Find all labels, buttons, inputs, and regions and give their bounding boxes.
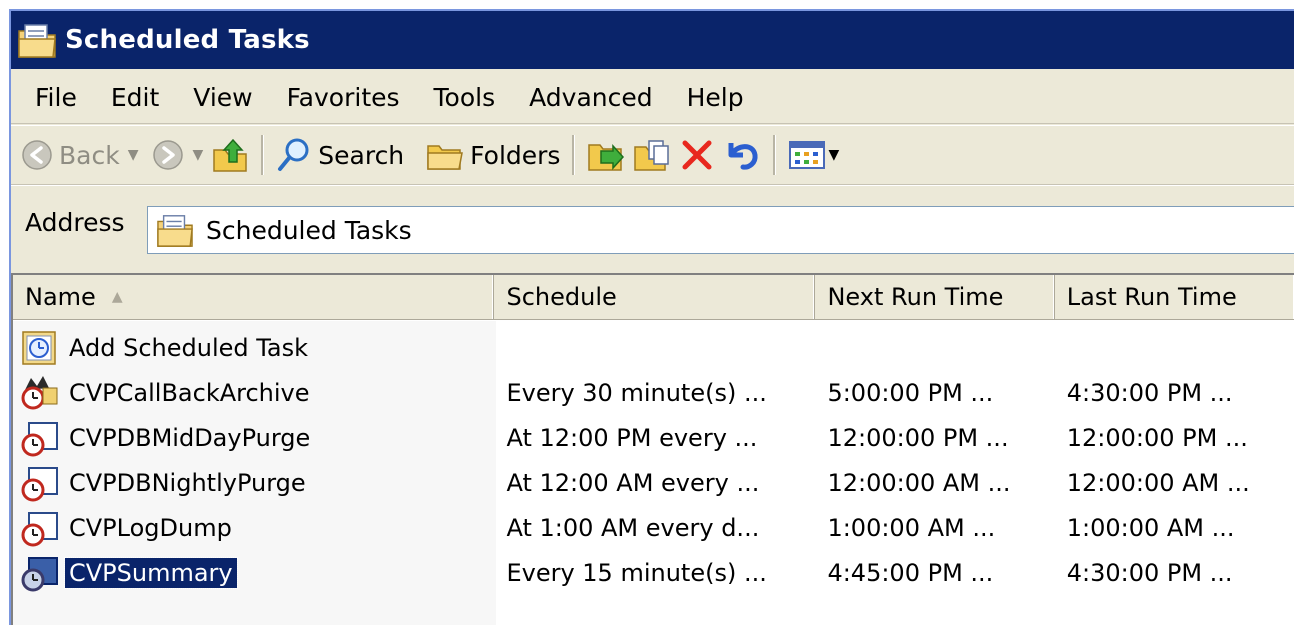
task-list-view: Name ▲ Schedule Next Run Time Last Run T… xyxy=(11,273,1294,625)
menu-tools[interactable]: Tools xyxy=(428,81,502,114)
task-name: CVPSummary xyxy=(64,556,238,589)
task-next-run-time: 4:45:00 PM ... xyxy=(827,558,994,587)
task-schedule: At 12:00 AM every ... xyxy=(506,468,760,497)
task-running-icon xyxy=(21,375,58,409)
column-header-schedule[interactable]: Schedule xyxy=(494,275,816,319)
column-header-name-label: Name xyxy=(25,283,96,311)
sort-ascending-icon: ▲ xyxy=(111,289,123,305)
undo-button[interactable] xyxy=(719,129,765,181)
column-header-last-run-time[interactable]: Last Run Time xyxy=(1055,275,1294,319)
task-clock-icon xyxy=(21,511,58,546)
folders-label: Folders xyxy=(470,140,561,170)
toolbar-separator xyxy=(773,135,777,175)
task-next-run-time: 1:00:00 AM ... xyxy=(827,513,996,542)
task-schedule: At 12:00 PM every ... xyxy=(506,423,758,452)
delete-button[interactable] xyxy=(675,129,719,181)
undo-arrow-icon xyxy=(728,143,758,170)
table-row-selected[interactable]: CVPSummary Every 15 minute(s) ... 4:45:0… xyxy=(13,550,1294,595)
menu-bar: File Edit View Favorites Tools Advanced … xyxy=(11,71,1294,124)
table-row[interactable]: CVPDBMidDayPurge At 12:00 PM every ... 1… xyxy=(13,415,1294,460)
column-header-name[interactable]: Name ▲ xyxy=(13,275,495,319)
views-grid-icon xyxy=(789,141,826,169)
move-to-folder-icon xyxy=(588,144,625,171)
table-row[interactable]: CVPDBNightlyPurge At 12:00 AM every ... … xyxy=(13,460,1294,505)
scheduled-tasks-folder-icon xyxy=(18,24,56,58)
menu-file[interactable]: File xyxy=(29,81,83,114)
table-row[interactable]: CVPLogDump At 1:00 AM every d... 1:00:00… xyxy=(13,505,1294,550)
task-clock-icon xyxy=(21,421,58,456)
up-folder-icon xyxy=(213,138,248,172)
standard-toolbar: Back ▼ ▼ Search Folders ▼ xyxy=(11,125,1294,185)
column-header-next-run-time[interactable]: Next Run Time xyxy=(815,275,1055,319)
task-clock-icon xyxy=(21,556,58,591)
task-last-run-time: 4:30:00 PM ... xyxy=(1066,558,1233,587)
task-schedule: At 1:00 AM every d... xyxy=(506,513,760,542)
back-button[interactable]: Back ▼ xyxy=(17,129,142,181)
title-bar[interactable]: Scheduled Tasks xyxy=(11,11,1294,69)
table-row[interactable]: CVPCallBackArchive Every 30 minute(s) ..… xyxy=(13,370,1294,415)
scheduled-tasks-window: Scheduled Tasks File Edit View Favorites… xyxy=(9,9,1294,625)
task-name: CVPLogDump xyxy=(69,513,232,542)
scheduled-tasks-folder-icon xyxy=(157,215,193,247)
add-scheduled-task-icon xyxy=(22,330,56,365)
task-last-run-time: 1:00:00 AM ... xyxy=(1066,513,1235,542)
search-button[interactable]: Search xyxy=(272,129,408,181)
task-schedule: Every 30 minute(s) ... xyxy=(506,378,767,407)
task-schedule: Every 15 minute(s) ... xyxy=(506,558,767,587)
address-bar: Address Scheduled Tasks xyxy=(11,185,1294,272)
column-header-last-run-label: Last Run Time xyxy=(1066,283,1237,311)
address-input[interactable]: Scheduled Tasks xyxy=(147,206,1294,254)
copy-to-button[interactable] xyxy=(629,129,675,181)
delete-x-icon xyxy=(682,140,712,170)
address-value: Scheduled Tasks xyxy=(206,215,412,245)
forward-dropdown-arrow-icon[interactable]: ▼ xyxy=(192,147,203,163)
move-to-button[interactable] xyxy=(583,129,629,181)
copy-to-folder-icon xyxy=(634,140,670,171)
toolbar-separator xyxy=(261,135,265,175)
task-last-run-time: 12:00:00 AM ... xyxy=(1066,468,1250,497)
add-scheduled-task-label: Add Scheduled Task xyxy=(69,333,309,362)
list-item-add-scheduled-task[interactable]: Add Scheduled Task xyxy=(13,325,1294,370)
back-dropdown-arrow-icon[interactable]: ▼ xyxy=(128,147,139,163)
task-next-run-time: 12:00:00 AM ... xyxy=(827,468,1011,497)
task-name: CVPDBNightlyPurge xyxy=(69,468,306,497)
folders-icon xyxy=(427,145,464,170)
search-label: Search xyxy=(318,140,405,170)
menu-edit[interactable]: Edit xyxy=(105,81,165,114)
back-arrow-icon xyxy=(22,140,52,170)
column-header-next-run-label: Next Run Time xyxy=(827,283,1004,311)
column-header-schedule-label: Schedule xyxy=(506,283,617,311)
task-next-run-time: 5:00:00 PM ... xyxy=(827,378,994,407)
toolbar-separator xyxy=(572,135,576,175)
forward-button[interactable]: ▼ xyxy=(148,129,207,181)
task-clock-icon xyxy=(21,466,58,501)
menu-favorites[interactable]: Favorites xyxy=(281,81,406,114)
folders-button[interactable]: Folders xyxy=(422,129,564,181)
views-dropdown-arrow-icon[interactable]: ▼ xyxy=(828,147,839,163)
views-button[interactable]: ▼ xyxy=(784,129,843,181)
menu-help[interactable]: Help xyxy=(681,81,750,114)
forward-arrow-icon xyxy=(153,140,184,170)
list-header: Name ▲ Schedule Next Run Time Last Run T… xyxy=(13,275,1294,320)
up-folder-button[interactable] xyxy=(207,129,253,181)
list-body: Add Scheduled Task CVPCallBackArchive Ev… xyxy=(13,321,1294,625)
task-name: CVPDBMidDayPurge xyxy=(69,423,311,452)
task-next-run-time: 12:00:00 PM ... xyxy=(827,423,1009,452)
menu-view[interactable]: View xyxy=(187,81,258,114)
address-label: Address xyxy=(25,208,125,237)
window-title: Scheduled Tasks xyxy=(65,25,310,55)
menu-advanced[interactable]: Advanced xyxy=(523,81,659,114)
task-name: CVPCallBackArchive xyxy=(69,378,310,407)
task-last-run-time: 12:00:00 PM ... xyxy=(1066,423,1248,452)
task-last-run-time: 4:30:00 PM ... xyxy=(1066,378,1233,407)
back-label: Back xyxy=(59,140,120,170)
search-magnifier-icon xyxy=(278,138,309,171)
